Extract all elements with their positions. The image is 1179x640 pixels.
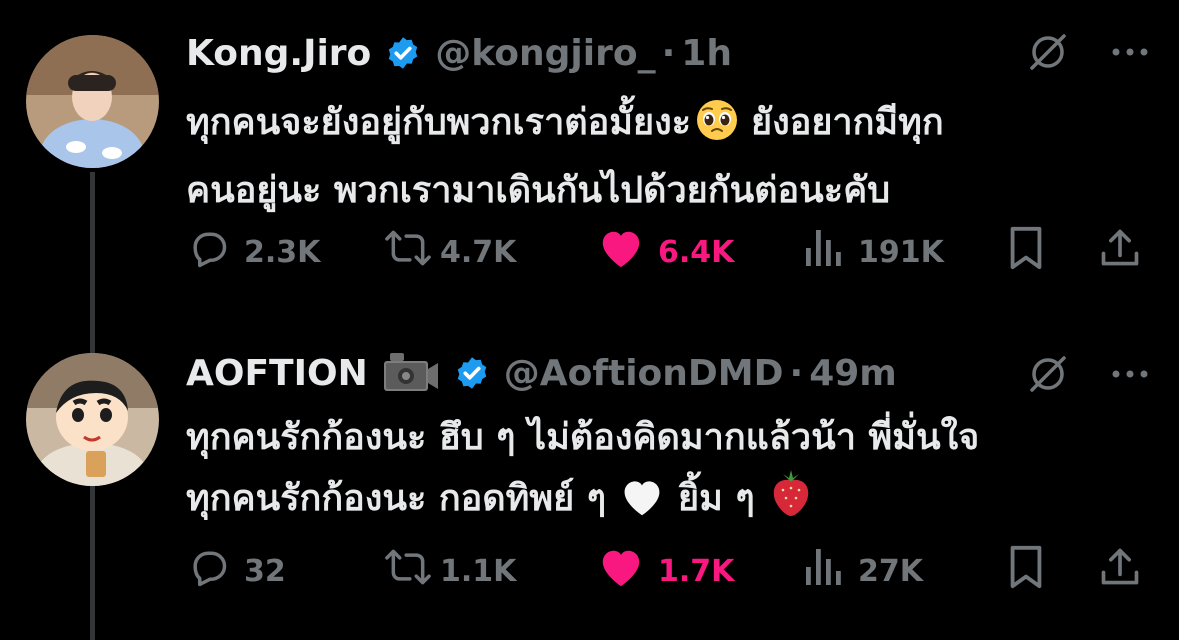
verified-badge-icon — [454, 355, 490, 391]
avatar[interactable] — [26, 353, 159, 486]
like-count: 1.7K — [658, 553, 735, 589]
camera-icon — [382, 351, 440, 395]
bookmark-icon — [1006, 544, 1046, 598]
timestamp[interactable]: 49m — [809, 353, 897, 394]
share-icon — [1098, 544, 1142, 598]
tweet-2[interactable]: AOFTION @AoftionDMD · 49m ทุกคนรักก้องนะ… — [0, 0, 1179, 640]
share-button[interactable] — [1098, 546, 1142, 596]
bookmark-button[interactable] — [1006, 544, 1046, 598]
tweet-header: AOFTION @AoftionDMD · 49m — [186, 348, 897, 398]
repost-button[interactable]: 1.1K — [384, 546, 516, 596]
reply-icon — [186, 545, 230, 597]
views-button[interactable]: 27K — [804, 546, 923, 596]
like-icon — [598, 545, 644, 597]
display-name[interactable]: AOFTION — [186, 353, 368, 394]
views-icon — [804, 545, 844, 597]
separator-dot: · — [789, 352, 804, 394]
action-bar: 32 1.1K 1.7K 27K — [186, 544, 1146, 598]
tweet-text: ทุกคนรักก้องนะ ฮึบ ๆ ไม่ต้องคิดมากแล้วน้… — [186, 408, 1146, 537]
reply-count: 32 — [244, 553, 286, 589]
repost-count: 1.1K — [440, 553, 517, 589]
handle[interactable]: @AoftionDMD — [504, 353, 784, 394]
views-count: 27K — [858, 553, 923, 589]
reply-button[interactable]: 32 — [186, 546, 286, 596]
tweet-text-line-2-mid: ยิ้ม ๆ — [678, 478, 755, 519]
repost-icon — [384, 545, 432, 597]
like-button[interactable]: 1.7K — [598, 546, 734, 596]
more-icon[interactable] — [1106, 350, 1154, 398]
grok-icon[interactable] — [1024, 350, 1072, 398]
strawberry-emoji — [769, 468, 813, 537]
tweet-text-line-2: ทุกคนรักก้องนะ กอดทิพย์ ๆ — [186, 478, 607, 519]
white-heart-emoji — [620, 476, 664, 537]
tweet-text-line-1: ทุกคนรักก้องนะ ฮึบ ๆ ไม่ต้องคิดมากแล้วน้… — [186, 417, 980, 458]
